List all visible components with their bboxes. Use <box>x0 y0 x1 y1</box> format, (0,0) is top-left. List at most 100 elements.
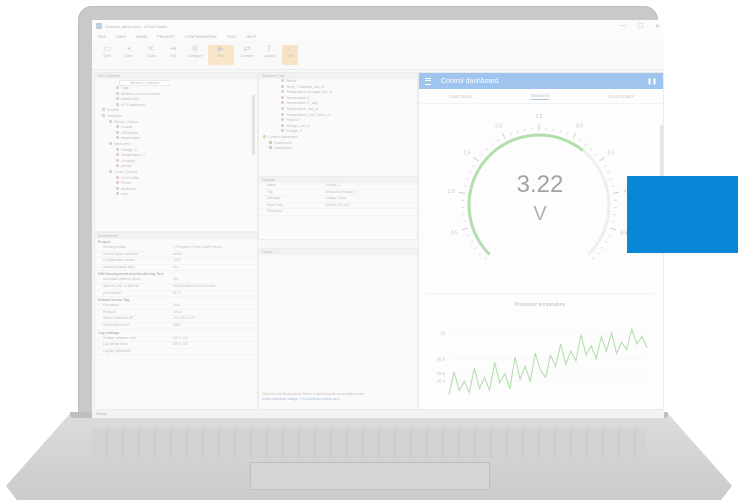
folder-icon <box>102 108 105 112</box>
toolbar-label: Close <box>146 54 156 58</box>
property-row[interactable]: Log device level INFO_OE <box>95 342 257 349</box>
chart-point <box>468 391 470 393</box>
gauge-minor-tick <box>578 138 582 142</box>
configure-button[interactable]: ⚙ Configure <box>186 45 204 65</box>
property-row[interactable]: Web-IIS URL or NMI file http://localhost:… <box>95 284 257 291</box>
gauge-major-tick <box>612 191 620 194</box>
chart-point <box>631 328 633 330</box>
pause-icon[interactable]: ❚❚ <box>647 78 657 85</box>
property-row[interactable]: Log file path/name <box>95 349 257 356</box>
property-row[interactable]: Automatic Refresh group Yes <box>95 277 257 284</box>
menu-item-home[interactable]: HOME <box>136 35 147 39</box>
gauge-tick-label: 3.5 <box>608 151 615 157</box>
tab-count-control[interactable]: Count Control <box>608 94 634 99</box>
resource-item-label: Voltage_std_ct <box>286 123 310 128</box>
connect-button[interactable]: ⇄ Connect <box>238 45 256 65</box>
chart-point <box>621 341 623 343</box>
menu-item-file[interactable]: FILE <box>98 35 106 39</box>
tree-item[interactable]: bool <box>95 192 257 198</box>
gauge-minor-tick <box>584 143 588 146</box>
tree-item-label: temperature <box>121 136 141 141</box>
tab-count-status[interactable]: Count Status <box>448 94 472 99</box>
menu-item-help[interactable]: HELP <box>246 35 256 39</box>
tree-item-label: Humidity <box>121 158 135 163</box>
menu-item-test[interactable]: TEST <box>226 35 236 39</box>
upload-icon: ⇪ <box>265 44 273 53</box>
menu-item-configuration[interactable]: CONFIGURATION <box>185 35 217 39</box>
property-key: Recorded <box>267 209 282 214</box>
menu-item-project[interactable]: PROJECT <box>157 35 175 39</box>
chart-point <box>605 351 607 352</box>
variable-prop-row[interactable]: Read Only Missed (2/1 ms) <box>259 203 417 210</box>
dashboard-item[interactable]: Dashboard <box>259 146 417 152</box>
menu-bar: FILE VIEW HOME PROJECT CONFIGURATION TEST HELP <box>92 32 664 41</box>
minimize-button[interactable]: — <box>620 23 626 30</box>
chart-point <box>646 347 648 349</box>
property-row[interactable]: Disable software level INFO_OE <box>95 336 257 343</box>
chart-point <box>590 345 592 347</box>
gauge-minor-tick <box>524 128 526 132</box>
maximize-button[interactable]: ☐ <box>638 23 643 30</box>
variable-prop-row[interactable]: Datatype Voltage Status <box>259 196 417 203</box>
gauge-minor-tick <box>516 130 519 134</box>
property-key: Current active operator <box>103 251 138 256</box>
variable-icon <box>281 84 284 88</box>
chart-point <box>529 380 531 382</box>
gauge-minor-tick <box>510 132 512 136</box>
folder-icon <box>102 113 105 117</box>
tab-measures[interactable]: Measures <box>530 93 550 100</box>
tree-item-label: pblock <box>121 164 132 169</box>
property-row[interactable]: Encryption Auto <box>95 303 257 310</box>
property-row[interactable]: Server hostname/IP 192.168.0.178 <box>95 316 257 323</box>
property-key: port number <box>103 290 122 295</box>
property-value: 5080 <box>173 322 181 327</box>
keyboard <box>92 428 646 458</box>
chart-point <box>514 356 516 358</box>
property-value: INFO_OE <box>173 342 188 347</box>
property-row[interactable]: Current active operator admin <box>95 252 257 259</box>
property-row[interactable]: Configuration version 1023 <box>95 258 257 265</box>
property-row[interactable]: port number 8170 <box>95 291 257 298</box>
chart-point <box>524 365 526 367</box>
variable-prop-row[interactable]: Name Voltage_V <box>259 183 417 190</box>
test-button[interactable]: ✓ Test <box>282 45 298 65</box>
chart-point <box>626 349 628 350</box>
menu-icon[interactable] <box>425 77 431 85</box>
property-value: C:\Program Files\InTact\Projects <box>173 245 222 249</box>
variable-prop-row[interactable]: Tag/Measures/Voltage_V <box>259 190 417 197</box>
close-button[interactable]: ✕ Close <box>142 45 160 65</box>
folder-icon <box>116 86 119 89</box>
upload-button[interactable]: ⇪ Upload <box>260 45 278 65</box>
property-key: Server hostname/IP <box>103 316 133 321</box>
exit-button[interactable]: ⇥ Exit <box>164 45 182 65</box>
run-button[interactable]: ▶ Run <box>208 45 234 65</box>
chart-point <box>494 362 496 363</box>
explorer-search-input[interactable]: Sensors_Collector <box>119 79 171 86</box>
chart-point <box>499 382 501 384</box>
dashboard-icon <box>269 146 272 150</box>
save-button[interactable]: ▪ Save <box>120 45 138 65</box>
tree-item-label: Counts <box>121 125 133 130</box>
chart-point <box>473 367 475 369</box>
explorer-scrollbar[interactable] <box>252 95 255 155</box>
open-button[interactable]: ▭ Open <box>98 45 116 65</box>
variable-icon <box>281 106 284 110</box>
property-value: admin <box>173 251 183 256</box>
close-window-button[interactable]: ✕ <box>655 23 660 30</box>
property-key: Datatype <box>267 196 281 201</box>
property-row[interactable]: Working Folder C:\Program Files\InTact\Pr… <box>95 245 257 252</box>
variable-prop-row[interactable]: Recorded <box>259 209 417 216</box>
property-row[interactable]: Protocol Serial <box>95 310 257 317</box>
property-key: Protocol <box>103 309 116 314</box>
variable-icon <box>281 79 284 82</box>
chart-point <box>555 365 557 367</box>
property-row[interactable]: Shared network drive No <box>95 265 257 272</box>
folder-icon <box>116 91 119 95</box>
tree-item-label: IoT Dashboard <box>121 102 145 107</box>
dashboard-item-label: Dashboard <box>274 146 292 151</box>
resource-item-label: Temperature_Cal_Count_ct <box>286 112 330 117</box>
tree-item-label: Voltage_V <box>121 147 138 152</box>
property-row[interactable]: Server listen Port 5080 <box>95 323 257 330</box>
menu-item-view[interactable]: VIEW <box>116 35 126 39</box>
gauge-minor-tick <box>611 185 615 187</box>
